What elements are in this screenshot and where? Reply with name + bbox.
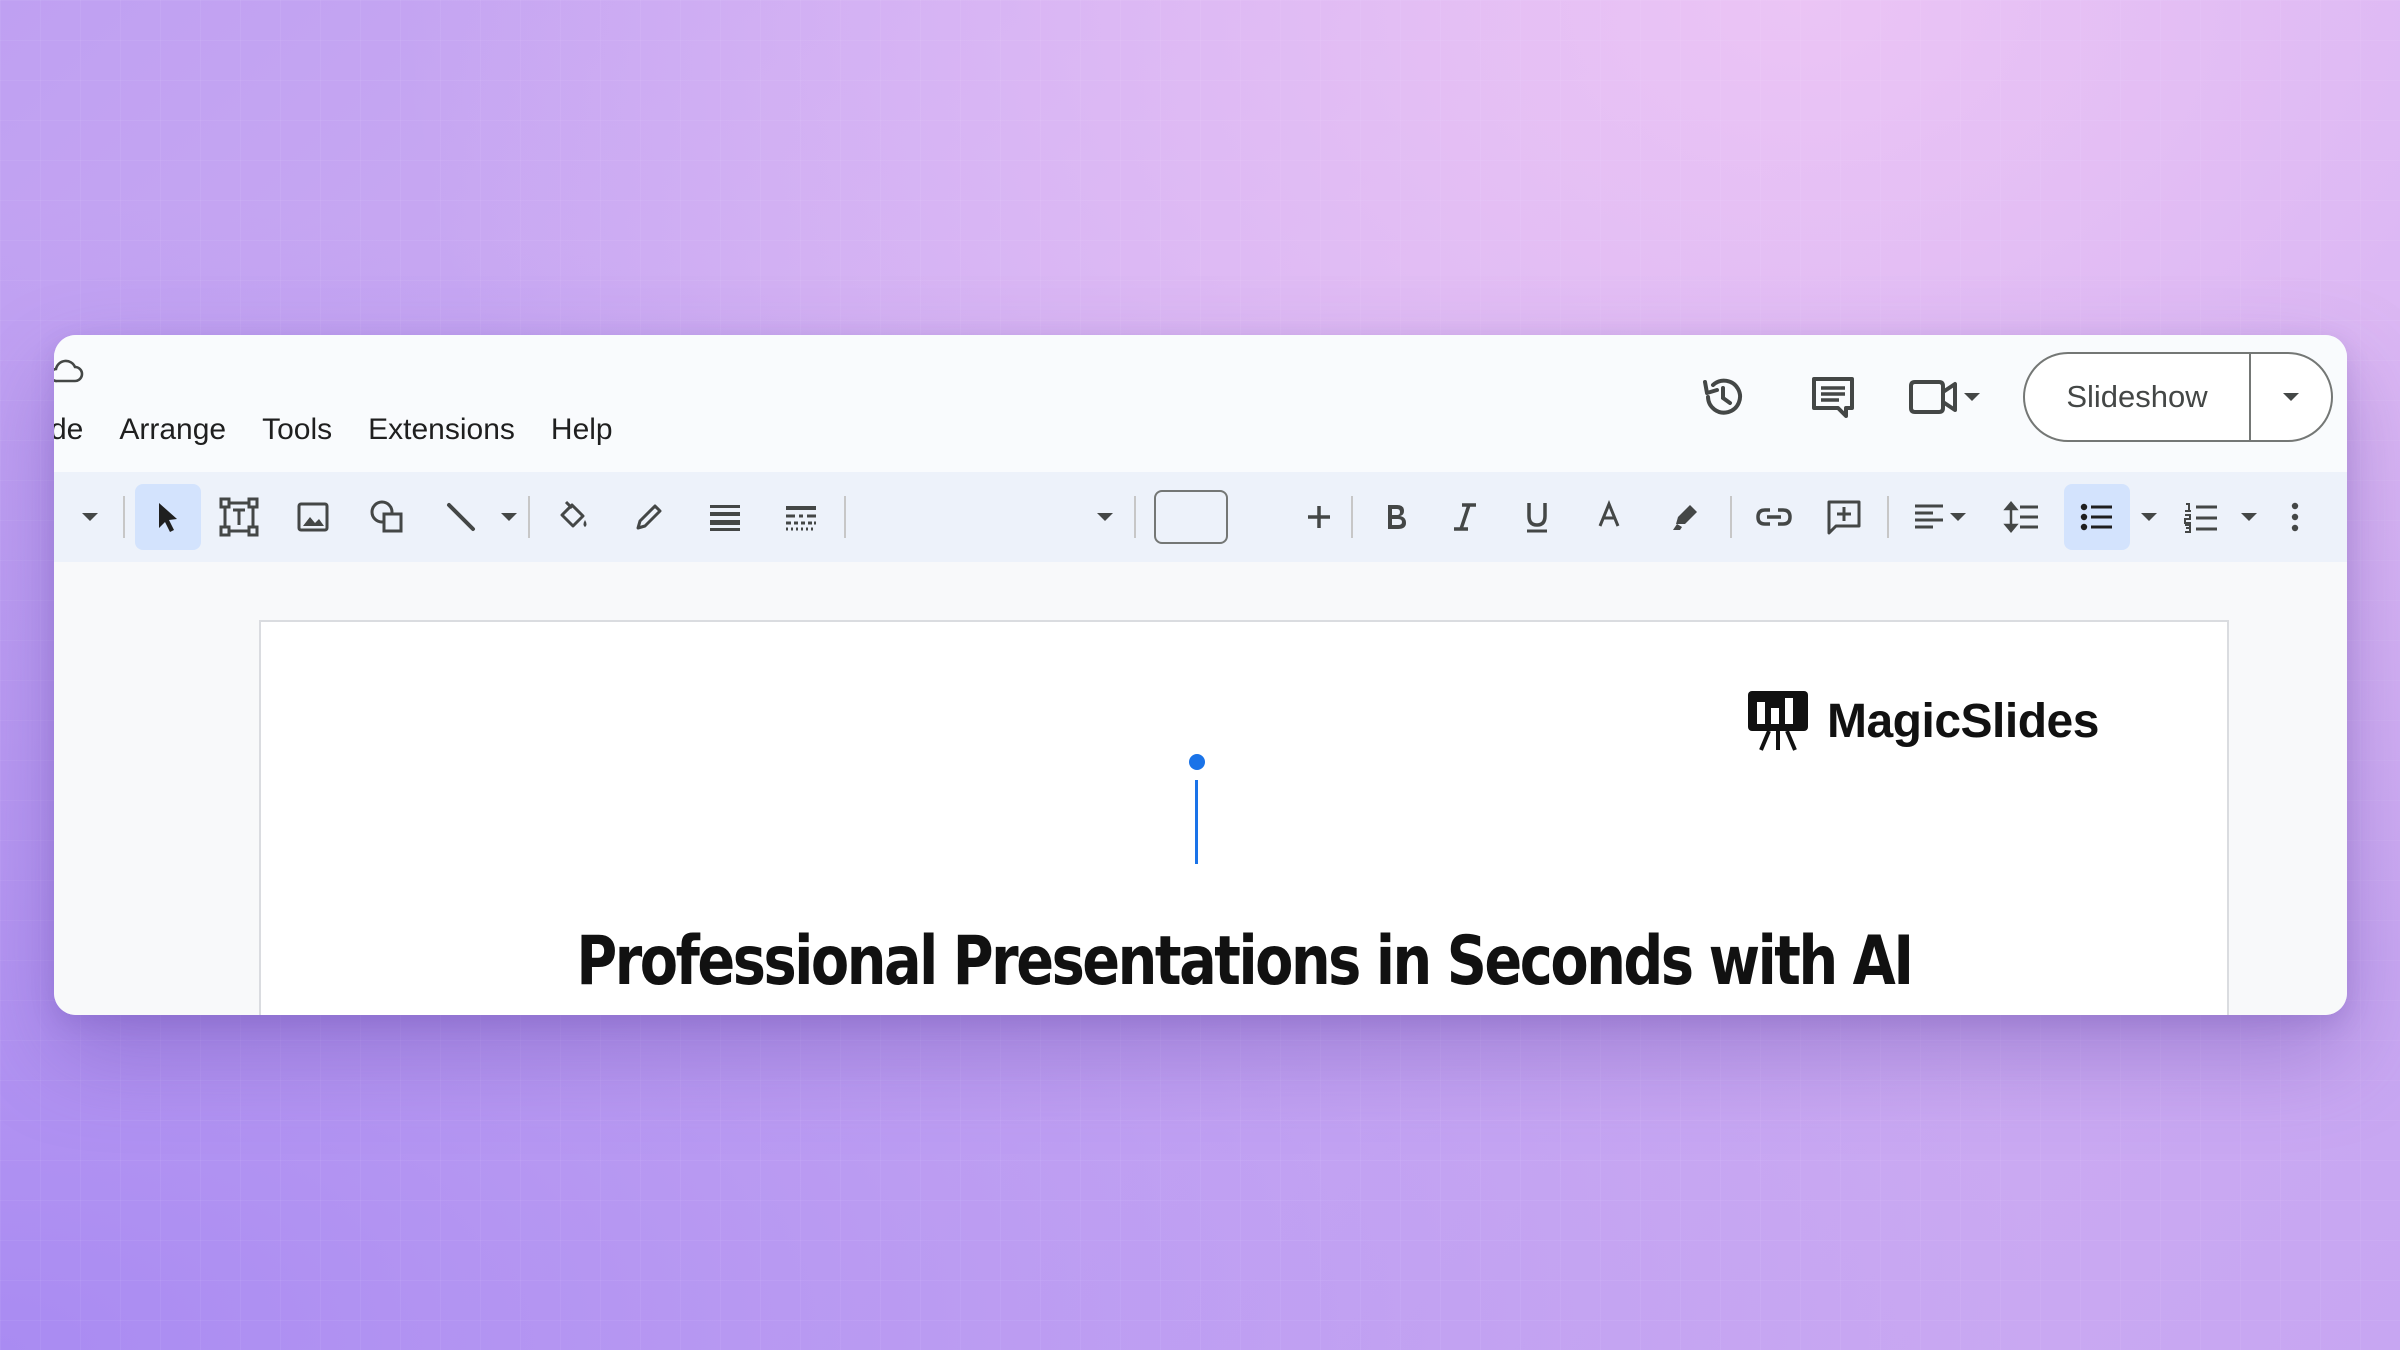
slideshow-options-button[interactable]	[2251, 354, 2331, 440]
border-color-icon	[636, 504, 662, 530]
line-icon	[447, 503, 475, 531]
toolbar-separator	[1887, 496, 1889, 538]
toolbar-separator	[844, 496, 846, 538]
chevron-down-icon	[2241, 513, 2257, 521]
bulleted-list-options-button[interactable]	[2132, 484, 2166, 550]
line-button[interactable]	[430, 484, 492, 550]
numbered-list-options-button[interactable]	[2232, 484, 2266, 550]
text-cursor-handle[interactable]	[1189, 754, 1205, 770]
italic-icon	[1454, 503, 1476, 531]
add-comment-icon	[1827, 500, 1861, 535]
border-dash-button[interactable]	[768, 484, 834, 550]
version-history-icon	[1703, 378, 1742, 415]
logo-text: MagicSlides	[1827, 694, 2099, 748]
border-weight-icon	[710, 505, 740, 531]
shape-icon	[370, 500, 403, 533]
more-options-button[interactable]	[2270, 484, 2320, 550]
shape-button[interactable]	[354, 484, 420, 550]
comments-icon	[1812, 377, 1854, 418]
highlight-button[interactable]	[1654, 484, 1716, 550]
chevron-down-icon	[1950, 513, 1966, 521]
select-icon	[159, 503, 177, 532]
numbered-list-button[interactable]	[2170, 484, 2232, 550]
slide[interactable]: MagicSlides Professional Presentations i…	[259, 620, 2229, 1015]
toolbar-separator	[123, 496, 125, 538]
cloud-saved-icon[interactable]	[54, 357, 84, 387]
more-icon	[2291, 502, 2299, 532]
bold-button[interactable]	[1364, 484, 1426, 550]
toolbar-separator	[1730, 496, 1732, 538]
underline-icon	[1527, 503, 1547, 533]
fill-color-button[interactable]	[540, 484, 606, 550]
menu-bar: de Arrange Tools Extensions Help	[54, 407, 649, 453]
italic-button[interactable]	[1434, 484, 1496, 550]
app-header: de Arrange Tools Extensions Help Slidesh…	[54, 335, 2347, 472]
increase-font-icon	[1308, 506, 1330, 528]
menu-help[interactable]: Help	[551, 407, 613, 453]
highlight-icon	[1673, 505, 1697, 530]
line-spacing-button[interactable]	[1990, 484, 2054, 550]
slides-editor-window: de Arrange Tools Extensions Help Slidesh…	[54, 335, 2347, 1015]
underline-button[interactable]	[1506, 484, 1568, 550]
line-spacing-icon	[2003, 501, 2038, 533]
chevron-down-icon	[501, 513, 517, 521]
bulleted-list-icon	[2080, 503, 2112, 531]
add-comment-button[interactable]	[1812, 484, 1876, 550]
slide-canvas-area[interactable]: MagicSlides Professional Presentations i…	[54, 562, 2347, 1015]
menu-slide[interactable]: de	[54, 407, 83, 453]
select-button[interactable]	[135, 484, 201, 550]
chevron-down-icon	[1964, 393, 1980, 401]
numbered-list-icon	[2184, 503, 2217, 533]
toolbar-separator	[1134, 496, 1136, 538]
chevron-down-icon	[1097, 513, 1113, 521]
increase-font-size-button[interactable]	[1292, 484, 1346, 550]
chevron-down-icon	[2141, 513, 2157, 521]
align-icon	[1915, 504, 1943, 529]
fill-color-icon	[560, 500, 587, 528]
border-dash-icon	[786, 506, 816, 531]
text-color-button[interactable]	[1578, 484, 1640, 550]
toolbar-separator	[528, 496, 530, 538]
slideshow-button[interactable]: Slideshow	[2025, 354, 2251, 440]
font-family-select[interactable]	[858, 484, 1128, 550]
text-box-button[interactable]	[206, 484, 272, 550]
text-color-icon	[1598, 500, 1620, 527]
presentation-board-icon	[1748, 691, 1808, 751]
line-options-button[interactable]	[492, 484, 526, 550]
align-button[interactable]	[1900, 484, 1980, 550]
bulleted-list-button[interactable]	[2064, 484, 2130, 550]
text-cursor	[1195, 780, 1198, 864]
chevron-down-icon	[82, 513, 98, 521]
insert-image-button[interactable]	[280, 484, 346, 550]
slideshow-button-group: Slideshow	[2023, 352, 2333, 442]
toolbar-separator	[1351, 496, 1353, 538]
border-color-button[interactable]	[616, 484, 682, 550]
menu-arrange[interactable]: Arrange	[119, 407, 226, 453]
bold-icon	[1388, 505, 1406, 529]
link-icon	[1756, 508, 1792, 526]
image-icon	[297, 502, 329, 532]
font-size-input[interactable]	[1154, 490, 1228, 544]
menu-tools[interactable]: Tools	[262, 407, 332, 453]
magicslides-logo: MagicSlides	[1745, 688, 2099, 754]
slide-title[interactable]: Professional Presentations in Seconds wi…	[438, 922, 2050, 1001]
header-actions: Slideshow	[1685, 351, 2333, 443]
comments-button[interactable]	[1795, 359, 1871, 435]
text-box-icon	[219, 497, 259, 537]
menu-extensions[interactable]: Extensions	[368, 407, 515, 453]
chevron-down-icon	[2283, 393, 2299, 401]
version-history-button[interactable]	[1685, 359, 1761, 435]
meet-button[interactable]	[1905, 372, 1983, 422]
meet-camera-icon	[1909, 380, 1957, 414]
insert-link-button[interactable]	[1742, 484, 1806, 550]
border-weight-button[interactable]	[692, 484, 758, 550]
new-slide-options-button[interactable]	[70, 484, 110, 550]
